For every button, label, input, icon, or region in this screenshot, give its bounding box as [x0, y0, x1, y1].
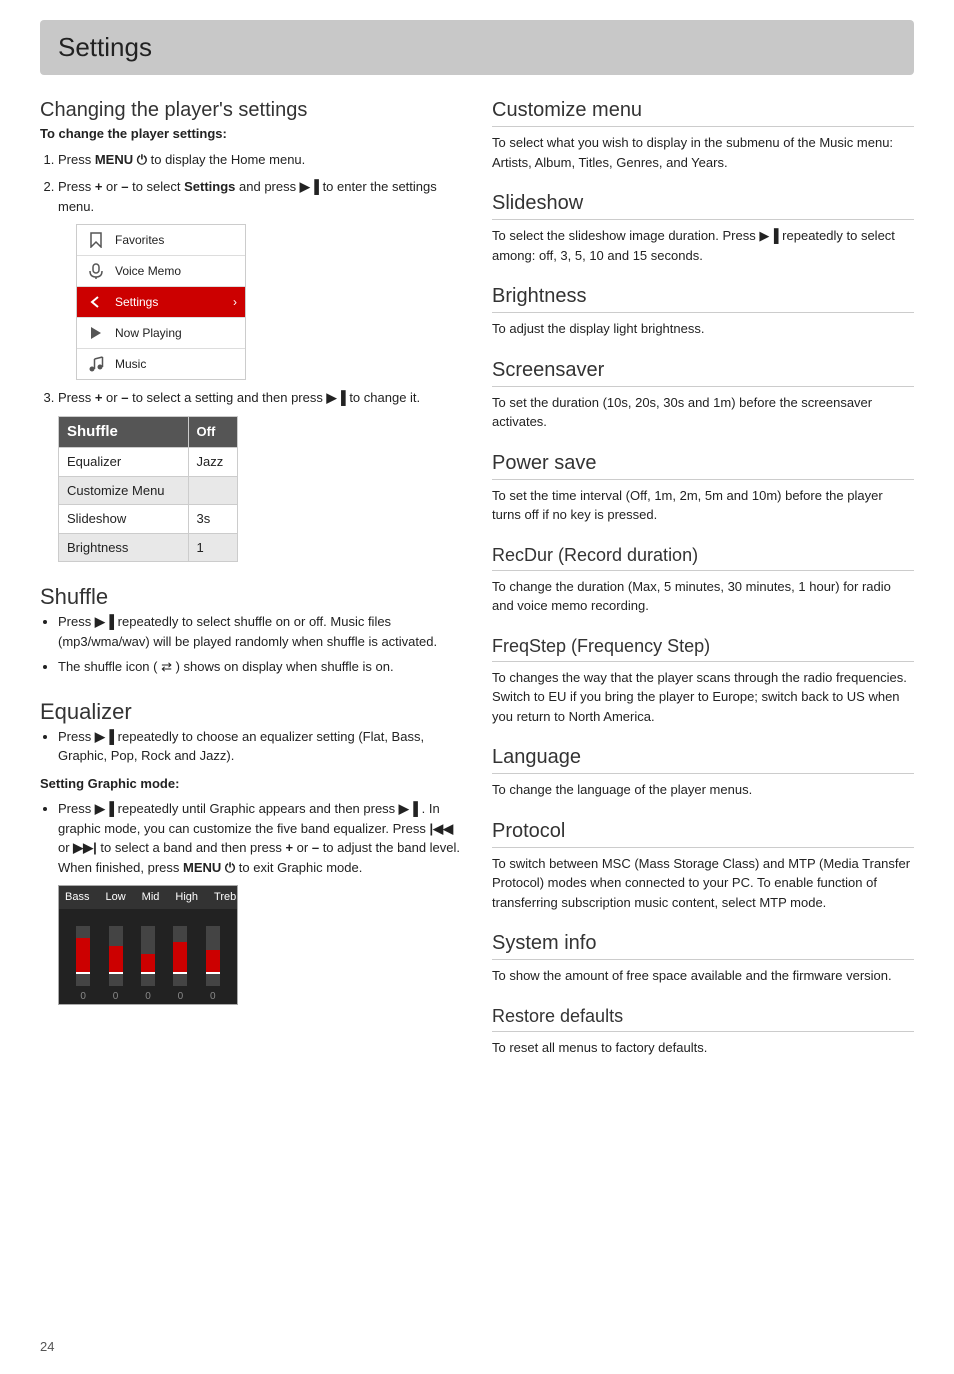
- customize-menu-section: Customize menu To select what you wish t…: [492, 99, 914, 172]
- step-2: Press + or – to select Settings and pres…: [58, 177, 462, 380]
- changing-settings-title: Changing the player's settings: [40, 99, 462, 122]
- power-save-section: Power save To set the time interval (Off…: [492, 452, 914, 525]
- changing-settings-bold: To change the player settings:: [40, 124, 462, 144]
- equalizer-section: Equalizer Press ▶▐ repeatedly to choose …: [40, 699, 462, 1006]
- system-info-section: System info To show the amount of free s…: [492, 932, 914, 986]
- eq-bar-bass: 0: [76, 926, 90, 1004]
- step-3: Press + or – to select a setting and the…: [58, 388, 462, 562]
- menu-item-nowplaying: Now Playing: [77, 318, 245, 349]
- eq-bar-high: 0: [173, 926, 187, 1004]
- equalizer-bullet-1: Press ▶▐ repeatedly to choose an equaliz…: [58, 727, 462, 766]
- back-arrow-icon: [85, 291, 107, 313]
- restore-defaults-text: To reset all menus to factory defaults.: [492, 1038, 914, 1058]
- play-icon: [85, 322, 107, 344]
- page-header: Settings: [40, 20, 914, 75]
- arrow-icon: ›: [233, 293, 237, 311]
- screensaver-title: Screensaver: [492, 359, 914, 387]
- bookmark-icon: [85, 229, 107, 251]
- system-info-title: System info: [492, 932, 914, 960]
- menu-label-voicememo: Voice Memo: [115, 262, 181, 280]
- step-1: Press MENU ⏻ to display the Home menu.: [58, 150, 462, 170]
- protocol-title: Protocol: [492, 820, 914, 848]
- freqstep-section: FreqStep (Frequency Step) To changes the…: [492, 636, 914, 727]
- customize-menu-title: Customize menu: [492, 99, 914, 127]
- settings-row-brightness: Brightness 1: [59, 533, 238, 562]
- rec-dur-title: RecDur (Record duration): [492, 545, 914, 571]
- menu-screenshot: Favorites Voice Memo: [76, 224, 246, 380]
- menu-item-favorites: Favorites: [77, 225, 245, 256]
- brightness-text: To adjust the display light brightness.: [492, 319, 914, 339]
- changing-settings-section: Changing the player's settings To change…: [40, 99, 462, 562]
- graphic-mode-bullets: Press ▶▐ repeatedly until Graphic appear…: [40, 799, 462, 1005]
- eq-bars-area: 0 0: [59, 909, 237, 1005]
- right-column: Customize menu To select what you wish t…: [492, 99, 914, 1077]
- shuffle-title: Shuffle: [40, 584, 462, 610]
- menu-item-music: Music: [77, 349, 245, 379]
- equalizer-graphic: Bass Low Mid High Treb: [58, 885, 238, 1005]
- rec-dur-section: RecDur (Record duration) To change the d…: [492, 545, 914, 616]
- menu-label-nowplaying: Now Playing: [115, 324, 182, 342]
- screensaver-section: Screensaver To set the duration (10s, 20…: [492, 359, 914, 432]
- left-column: Changing the player's settings To change…: [40, 99, 462, 1077]
- page-number: 24: [40, 1339, 54, 1354]
- freqstep-text: To changes the way that the player scans…: [492, 668, 914, 727]
- eq-bar-treb: 0: [206, 926, 220, 1004]
- settings-row-shuffle: Shuffle Off: [59, 416, 238, 448]
- customize-menu-text: To select what you wish to display in th…: [492, 133, 914, 172]
- settings-row-equalizer: Equalizer Jazz: [59, 448, 238, 477]
- slideshow-title: Slideshow: [492, 192, 914, 220]
- equalizer-bullets: Press ▶▐ repeatedly to choose an equaliz…: [40, 727, 462, 766]
- brightness-title: Brightness: [492, 285, 914, 313]
- page-title: Settings: [58, 32, 896, 63]
- steps-list: Press MENU ⏻ to display the Home menu. P…: [40, 150, 462, 563]
- screensaver-text: To set the duration (10s, 20s, 30s and 1…: [492, 393, 914, 432]
- menu-label-favorites: Favorites: [115, 231, 164, 249]
- music-note-icon: [85, 353, 107, 375]
- language-title: Language: [492, 746, 914, 774]
- menu-label-settings: Settings: [115, 293, 158, 311]
- settings-row-customize: Customize Menu: [59, 476, 238, 505]
- two-column-layout: Changing the player's settings To change…: [40, 99, 914, 1077]
- rec-dur-text: To change the duration (Max, 5 minutes, …: [492, 577, 914, 616]
- power-save-text: To set the time interval (Off, 1m, 2m, 5…: [492, 486, 914, 525]
- language-text: To change the language of the player men…: [492, 780, 914, 800]
- settings-table: Shuffle Off Equalizer Jazz Customize Men…: [58, 416, 238, 563]
- graphic-mode-bullet: Press ▶▐ repeatedly until Graphic appear…: [58, 799, 462, 1005]
- shuffle-section: Shuffle Press ▶▐ repeatedly to select sh…: [40, 584, 462, 677]
- mic-icon: [85, 260, 107, 282]
- slideshow-section: Slideshow To select the slideshow image …: [492, 192, 914, 265]
- settings-row-slideshow: Slideshow 3s: [59, 505, 238, 534]
- equalizer-title: Equalizer: [40, 699, 462, 725]
- protocol-section: Protocol To switch between MSC (Mass Sto…: [492, 820, 914, 913]
- shuffle-bullet-1: Press ▶▐ repeatedly to select shuffle on…: [58, 612, 462, 651]
- eq-header: Bass Low Mid High Treb: [59, 886, 237, 909]
- language-section: Language To change the language of the p…: [492, 746, 914, 800]
- shuffle-bullets: Press ▶▐ repeatedly to select shuffle on…: [40, 612, 462, 677]
- menu-item-voicememo: Voice Memo: [77, 256, 245, 287]
- menu-item-settings: Settings ›: [77, 287, 245, 318]
- shuffle-bullet-2: The shuffle icon ( ⇄ ) shows on display …: [58, 657, 462, 677]
- restore-defaults-section: Restore defaults To reset all menus to f…: [492, 1006, 914, 1058]
- brightness-section: Brightness To adjust the display light b…: [492, 285, 914, 339]
- restore-defaults-title: Restore defaults: [492, 1006, 914, 1032]
- freqstep-title: FreqStep (Frequency Step): [492, 636, 914, 662]
- graphic-mode-label: Setting Graphic mode:: [40, 774, 462, 794]
- protocol-text: To switch between MSC (Mass Storage Clas…: [492, 854, 914, 913]
- slideshow-text: To select the slideshow image duration. …: [492, 226, 914, 265]
- power-save-title: Power save: [492, 452, 914, 480]
- eq-bar-mid: 0: [141, 926, 155, 1004]
- page: Settings Changing the player's settings …: [0, 0, 954, 1374]
- menu-label-music: Music: [115, 355, 146, 373]
- eq-bar-low: 0: [109, 926, 123, 1004]
- system-info-text: To show the amount of free space availab…: [492, 966, 914, 986]
